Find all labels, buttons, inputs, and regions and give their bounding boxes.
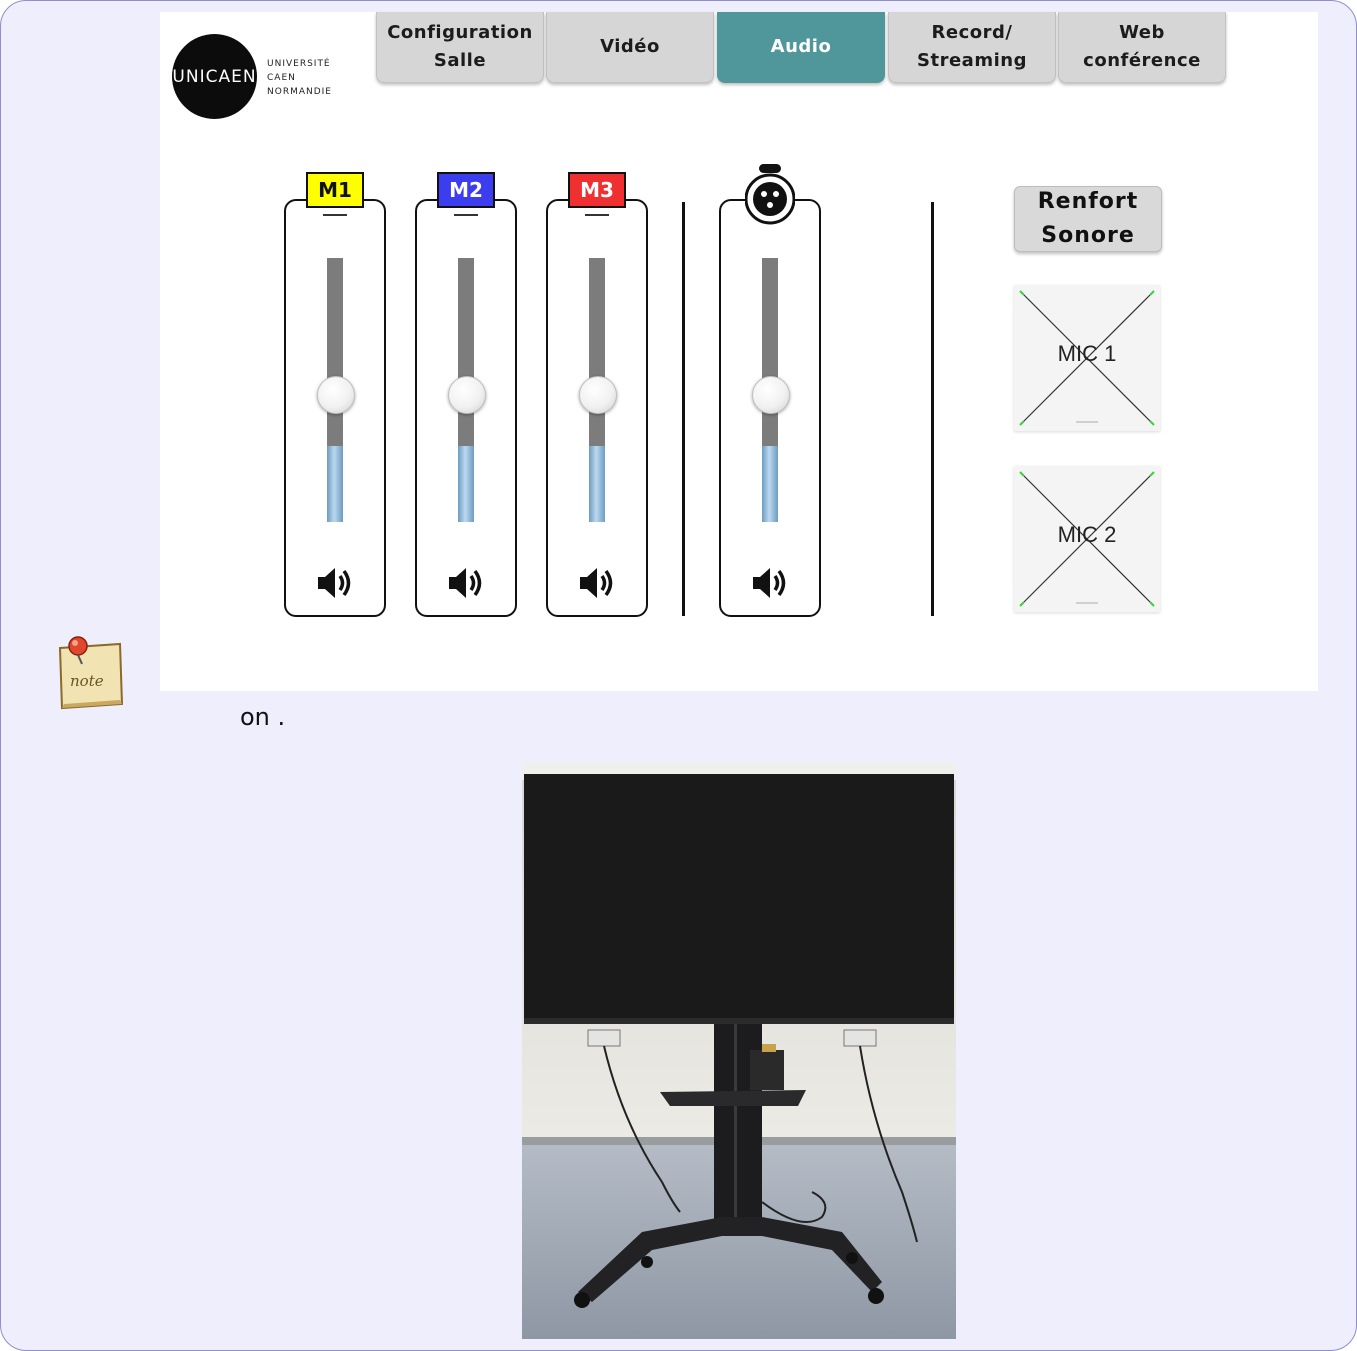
tab-configuration-salle[interactable]: Configuration Salle bbox=[376, 12, 544, 83]
fader-level-m2 bbox=[458, 446, 474, 522]
fader-level-xlr bbox=[762, 446, 778, 522]
tab-web-conference[interactable]: Web conférence bbox=[1058, 12, 1226, 83]
fader-track-m2[interactable] bbox=[458, 258, 474, 446]
note-icon: note bbox=[58, 636, 124, 710]
fader-track-m3[interactable] bbox=[589, 258, 605, 446]
fader-knob-m1[interactable] bbox=[317, 376, 355, 414]
fader-track-m1[interactable] bbox=[327, 258, 343, 446]
mic-2-button[interactable]: MIC 2 bbox=[1014, 466, 1160, 612]
tab-audio[interactable]: Audio bbox=[717, 12, 885, 83]
fader-knob-xlr[interactable] bbox=[752, 376, 790, 414]
mic-1-label: MIC 1 bbox=[1057, 341, 1117, 366]
divider-line bbox=[682, 202, 685, 616]
logo-line-2: CAEN bbox=[267, 73, 296, 83]
unicaen-logo: UNICAEN bbox=[172, 34, 257, 119]
speaker-icon[interactable] bbox=[577, 565, 617, 601]
mic-1-button[interactable]: MIC 1 bbox=[1014, 285, 1160, 431]
display-stand-photo bbox=[522, 762, 956, 1339]
fader-level-m3 bbox=[589, 446, 605, 522]
channel-badge-m3: M3 bbox=[568, 172, 626, 208]
svg-text:note: note bbox=[70, 672, 104, 690]
badge-underline bbox=[585, 214, 609, 216]
logo-text: UNIVERSITÉ CAEN NORMANDIE bbox=[267, 57, 332, 99]
fader-knob-m3[interactable] bbox=[579, 376, 617, 414]
speaker-icon[interactable] bbox=[446, 565, 486, 601]
divider-line bbox=[931, 202, 934, 616]
audio-control-panel: UNICAEN UNIVERSITÉ CAEN NORMANDIE Config… bbox=[160, 12, 1318, 691]
caption-text: on . bbox=[240, 703, 286, 731]
logo-mark: UNICAEN bbox=[172, 66, 257, 87]
renfort-sonore-button[interactable]: Renfort Sonore bbox=[1014, 186, 1162, 252]
fader-knob-m2[interactable] bbox=[448, 376, 486, 414]
badge-underline bbox=[323, 214, 347, 216]
channel-badge-m2: M2 bbox=[437, 172, 495, 208]
badge-underline bbox=[454, 214, 478, 216]
xlr-connector-icon bbox=[745, 164, 795, 225]
speaker-icon[interactable] bbox=[315, 565, 355, 601]
tab-record-streaming[interactable]: Record/ Streaming bbox=[888, 12, 1056, 83]
mic-2-label: MIC 2 bbox=[1057, 522, 1117, 547]
fader-level-m1 bbox=[327, 446, 343, 522]
channel-badge-m1: M1 bbox=[306, 172, 364, 208]
speaker-icon[interactable] bbox=[750, 565, 790, 601]
fader-track-xlr[interactable] bbox=[762, 258, 778, 446]
logo-line-3: NORMANDIE bbox=[267, 87, 332, 97]
logo-line-1: UNIVERSITÉ bbox=[267, 59, 331, 69]
tab-video[interactable]: Vidéo bbox=[546, 12, 714, 83]
